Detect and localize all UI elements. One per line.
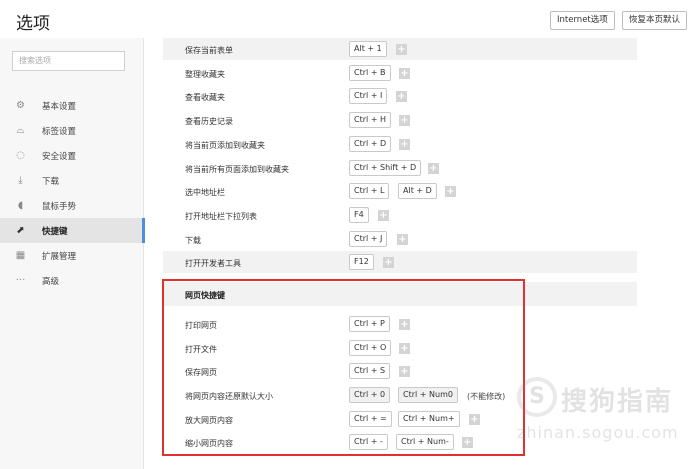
shortcut-row-bookmark-page: 将当前页添加到收藏夹 Ctrl + D + bbox=[163, 133, 637, 155]
shortcut-name: 打开地址栏下拉列表 bbox=[185, 212, 257, 221]
shortcut-name: 打开开发者工具 bbox=[185, 259, 241, 268]
mouse-icon: ◖ bbox=[17, 200, 24, 211]
more-dots-icon: ··· bbox=[15, 275, 26, 286]
shortcut-row-organize-favorites: 整理收藏夹 Ctrl + B + bbox=[163, 62, 637, 84]
sidebar-item-label: 安全设置 bbox=[42, 152, 77, 162]
shortcut-key[interactable]: Ctrl + B bbox=[349, 65, 391, 81]
shortcut-row-save-form: 保存当前表单 Alt + 1 + bbox=[163, 38, 637, 60]
sidebar-item-label: 基本设置 bbox=[42, 102, 77, 112]
shortcut-key[interactable]: Ctrl + D bbox=[349, 136, 392, 152]
sidebar-item-label: 快捷键 bbox=[42, 227, 68, 237]
sidebar-item-label: 鼠标手势 bbox=[42, 202, 77, 212]
add-shortcut-icon[interactable]: + bbox=[397, 234, 408, 245]
shortcut-row-address-dropdown: 打开地址栏下拉列表 F4 + bbox=[163, 204, 637, 226]
shortcut-key[interactable]: F12 bbox=[349, 254, 374, 270]
shortcut-name: 将当前所有页面添加到收藏夹 bbox=[185, 165, 289, 174]
sidebar-item-download[interactable]: ⤓ 下载 bbox=[0, 168, 144, 193]
sogou-logo-icon: S bbox=[517, 377, 557, 417]
shortcut-name: 查看收藏夹 bbox=[185, 93, 225, 102]
shortcut-key[interactable]: Alt + D bbox=[398, 183, 437, 199]
watermark-text: 搜狗指南 bbox=[561, 387, 674, 417]
shortcut-row-devtools: 打开开发者工具 F12 + bbox=[163, 251, 637, 273]
sidebar-item-label: 扩展管理 bbox=[42, 252, 77, 262]
sidebar-item-extensions[interactable]: ▦ 扩展管理 bbox=[0, 243, 144, 268]
shortcut-arrow-icon: ⬈ bbox=[16, 225, 25, 236]
internet-options-button[interactable]: Internet选项 bbox=[550, 11, 615, 30]
header-bar: 选项 Internet选项 恢复本页默认 bbox=[0, 0, 692, 38]
add-shortcut-icon[interactable]: + bbox=[399, 115, 410, 126]
add-shortcut-icon[interactable]: + bbox=[378, 210, 389, 221]
search-options-input[interactable]: 搜索选项 bbox=[12, 51, 125, 71]
add-shortcut-icon[interactable]: + bbox=[383, 257, 394, 268]
watermark-url: zhinan.sogou.com bbox=[517, 423, 679, 442]
shortcut-row-bookmark-all: 将当前所有页面添加到收藏夹 Ctrl + Shift + D + bbox=[163, 157, 637, 179]
tab-icon: ⌓ bbox=[16, 125, 25, 136]
shortcut-row-download: 下载 Ctrl + J + bbox=[163, 228, 637, 250]
sidebar-item-security-settings[interactable]: ◌ 安全设置 bbox=[0, 143, 144, 168]
restore-defaults-button[interactable]: 恢复本页默认 bbox=[622, 11, 688, 30]
add-shortcut-icon[interactable]: + bbox=[428, 163, 439, 174]
sidebar-item-mouse-gestures[interactable]: ◖ 鼠标手势 bbox=[0, 193, 144, 218]
shortcut-name: 查看历史记录 bbox=[185, 117, 233, 126]
add-shortcut-icon[interactable]: + bbox=[396, 91, 407, 102]
add-shortcut-icon[interactable]: + bbox=[445, 186, 456, 197]
highlight-box bbox=[162, 279, 525, 456]
page-title: 选项 bbox=[16, 14, 50, 34]
sidebar-item-basic-settings[interactable]: ⚙ 基本设置 bbox=[0, 93, 144, 118]
shortcut-key[interactable]: Ctrl + J bbox=[349, 231, 388, 247]
shortcut-row-view-favorites: 查看收藏夹 Ctrl + I + bbox=[163, 85, 637, 107]
sidebar-item-shortcuts[interactable]: ⬈ 快捷键 bbox=[0, 218, 145, 243]
shortcut-key[interactable]: Ctrl + L bbox=[349, 183, 390, 199]
shortcut-row-select-address-bar: 选中地址栏 Ctrl + L Alt + D + bbox=[163, 180, 637, 202]
shortcut-name: 保存当前表单 bbox=[185, 46, 233, 55]
sidebar-item-label: 高级 bbox=[42, 277, 60, 287]
shortcut-name: 整理收藏夹 bbox=[185, 70, 225, 79]
gear-icon: ⚙ bbox=[16, 100, 25, 111]
shortcut-name: 选中地址栏 bbox=[185, 188, 225, 197]
shortcut-name: 将当前页添加到收藏夹 bbox=[185, 141, 265, 150]
extensions-grid-icon: ▦ bbox=[15, 250, 26, 261]
sidebar-item-label: 下载 bbox=[42, 177, 60, 187]
shortcut-key[interactable]: Ctrl + Shift + D bbox=[349, 160, 422, 176]
add-shortcut-icon[interactable]: + bbox=[399, 139, 410, 150]
shortcut-row-view-history: 查看历史记录 Ctrl + H + bbox=[163, 109, 637, 131]
shield-check-icon: ◌ bbox=[16, 150, 25, 161]
sidebar-item-tab-settings[interactable]: ⌓ 标签设置 bbox=[0, 118, 144, 143]
shortcut-name: 下载 bbox=[185, 236, 201, 245]
sidebar: 搜索选项 ⚙ 基本设置 ⌓ 标签设置 ◌ 安全设置 ⤓ 下载 ◖ 鼠标手势 ⬈ … bbox=[0, 38, 145, 469]
shortcut-key[interactable]: F4 bbox=[349, 207, 369, 223]
shortcut-key[interactable]: Ctrl + I bbox=[349, 88, 388, 104]
add-shortcut-icon[interactable]: + bbox=[399, 68, 410, 79]
download-icon: ⤓ bbox=[18, 175, 23, 186]
sidebar-item-label: 标签设置 bbox=[42, 127, 77, 137]
shortcut-key[interactable]: Alt + 1 bbox=[349, 41, 387, 57]
sogou-watermark: S 搜狗指南 zhinan.sogou.com bbox=[517, 375, 687, 445]
add-shortcut-icon[interactable]: + bbox=[396, 44, 407, 55]
shortcut-key[interactable]: Ctrl + H bbox=[349, 112, 392, 128]
sidebar-item-advanced[interactable]: ··· 高级 bbox=[0, 268, 144, 293]
